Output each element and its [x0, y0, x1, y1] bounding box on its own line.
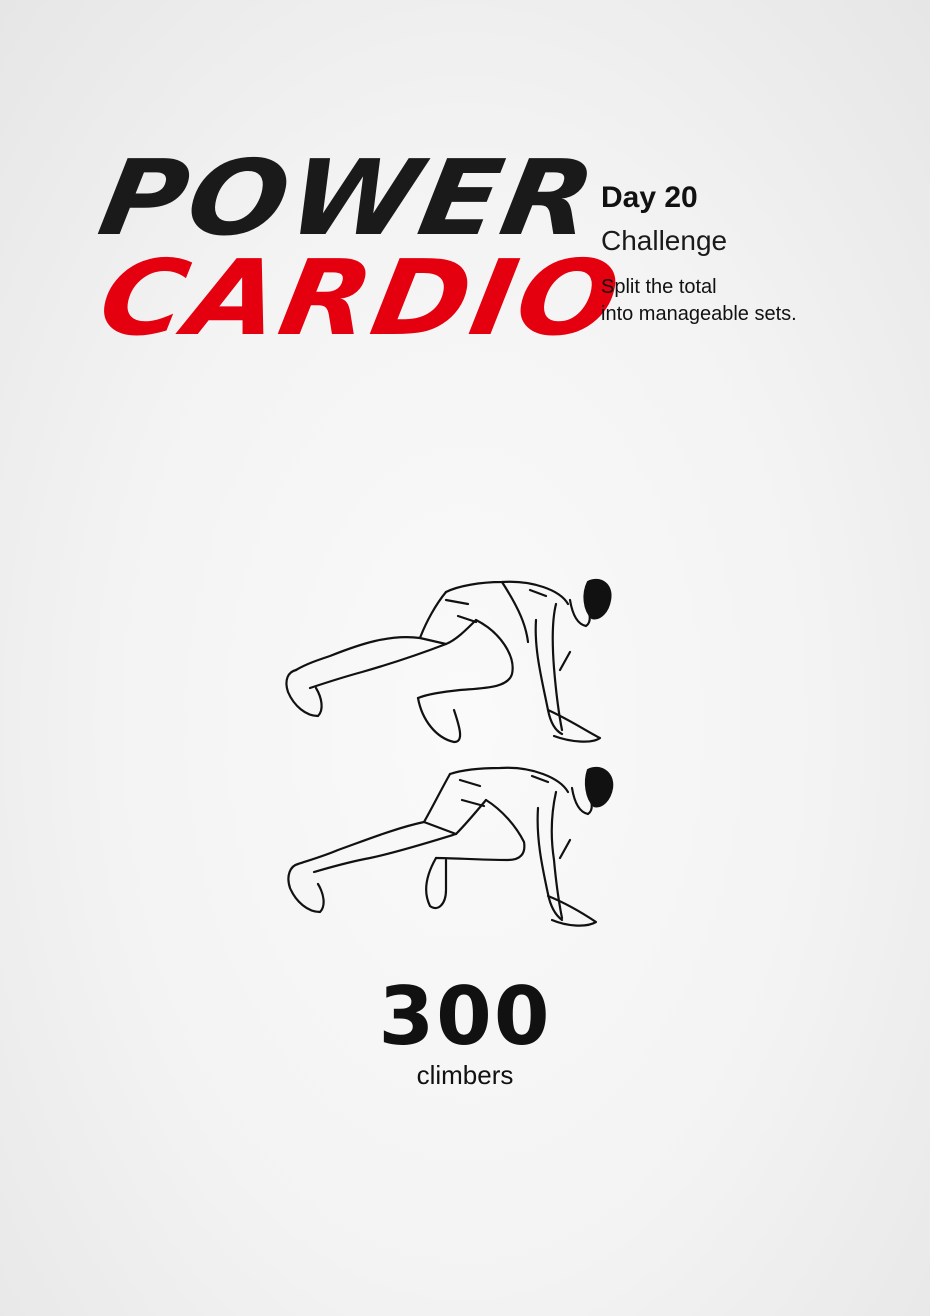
day-label: Day 20: [601, 181, 698, 214]
logo-power-text: POWER: [90, 137, 606, 259]
climber-pose-1-icon: [285, 578, 612, 744]
brand-logo: POWER CARDIO: [91, 137, 630, 359]
hint-line-2: into manageable sets.: [601, 303, 797, 325]
workout-type-label: Challenge: [601, 225, 728, 256]
hint-line-1: Split the total: [601, 276, 717, 298]
mountain-climber-figure-icon: [270, 560, 630, 940]
climber-pose-2-icon: [287, 766, 614, 927]
rep-count: 300: [378, 970, 552, 1063]
workout-info: Day 20 Challenge Split the total into ma…: [601, 178, 901, 328]
workout-hint: Split the total into manageable sets.: [601, 274, 901, 328]
exercise-name: climbers: [416, 1060, 514, 1090]
logo-cardio-text: CARDIO: [90, 237, 631, 359]
